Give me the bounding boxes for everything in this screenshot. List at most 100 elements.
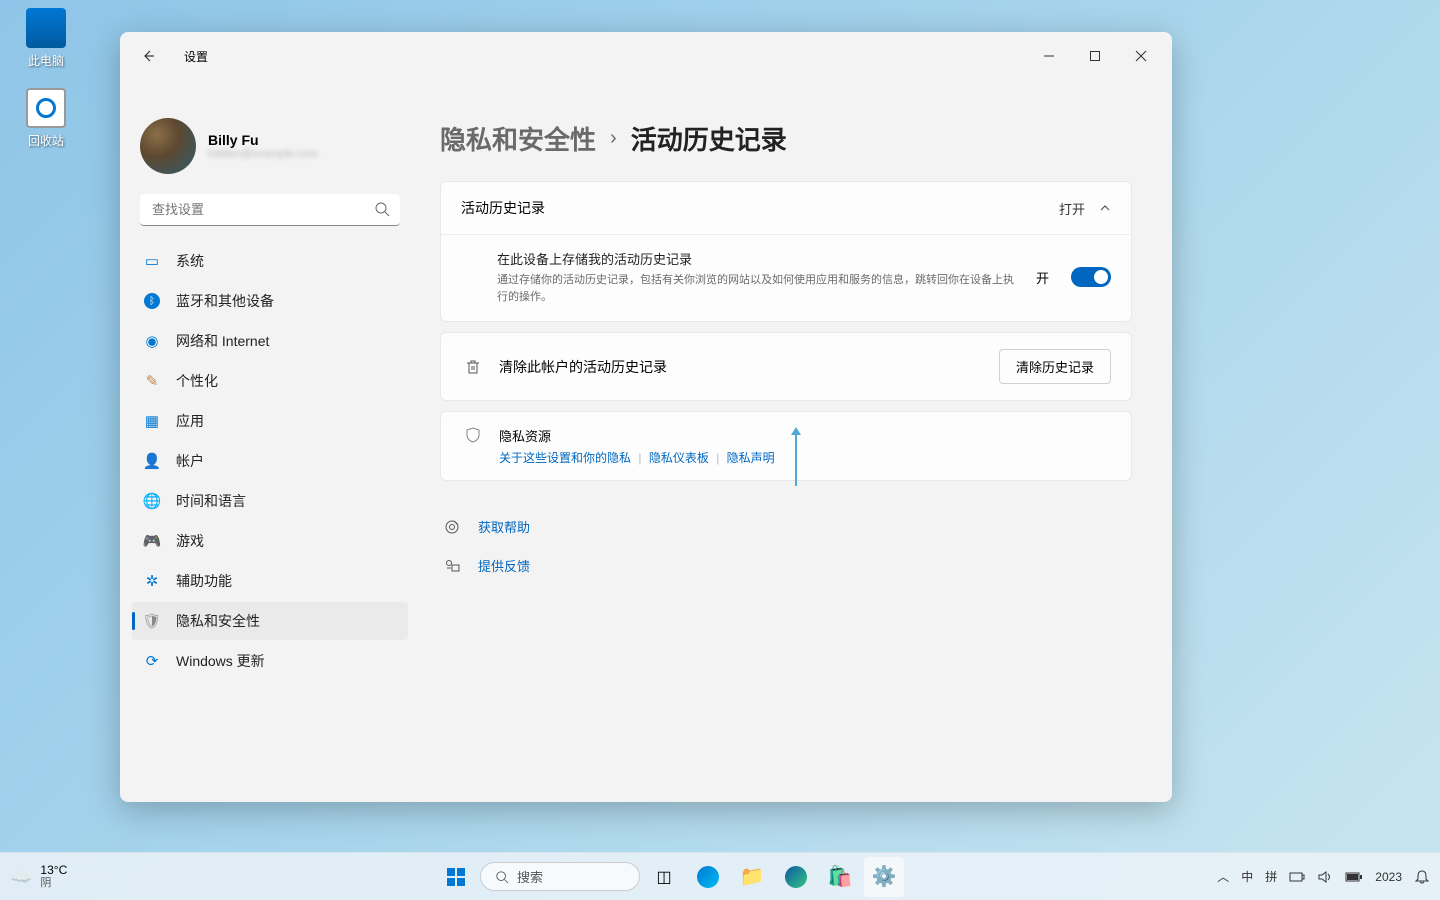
notifications-icon[interactable] [1414, 869, 1430, 885]
nav-personalization[interactable]: ✎个性化 [132, 362, 408, 400]
maximize-button[interactable] [1072, 40, 1118, 72]
trash-icon [461, 358, 485, 376]
gear-icon: ⚙️ [872, 864, 897, 889]
volume-icon[interactable] [1317, 870, 1333, 884]
taskbar-center: 搜索 ◫ 📁 🛍️ ⚙️ [190, 857, 1150, 897]
folder-icon: 📁 [740, 864, 765, 889]
weather-widget[interactable]: ☁️ 13°C 阴 [10, 864, 190, 889]
search-placeholder: 搜索 [517, 867, 543, 886]
settings-taskbar-button[interactable]: ⚙️ [864, 857, 904, 897]
nav-bluetooth[interactable]: ᛒ蓝牙和其他设备 [132, 282, 408, 320]
ime-mode[interactable]: 拼 [1265, 868, 1277, 885]
nav-system[interactable]: ▭系统 [132, 242, 408, 280]
help-section: 获取帮助 提供反馈 [440, 511, 1132, 581]
apps-icon: ▦ [144, 413, 160, 429]
about-privacy-link[interactable]: 关于这些设置和你的隐私 [499, 451, 631, 465]
avatar [140, 118, 196, 174]
settings-window: 设置 Billy Fu hidden@example.com ▭系统 ᛒ蓝牙和其… [120, 32, 1172, 802]
chat-button[interactable] [688, 857, 728, 897]
globe-icon: 🌐 [144, 493, 160, 509]
shield-icon [461, 426, 485, 466]
desktop-this-pc[interactable]: 此电脑 [10, 8, 82, 69]
arrow-left-icon [141, 49, 155, 63]
update-icon: ⟳ [144, 653, 160, 669]
search-input[interactable] [140, 194, 400, 226]
recycle-bin-icon [26, 88, 66, 128]
activity-history-card: 活动历史记录 打开 在此设备上存储我的活动历史记录 通过存储你的活动历史记录，包… [440, 181, 1132, 322]
clear-history-card: 清除此帐户的活动历史记录 清除历史记录 [440, 332, 1132, 401]
get-help-link[interactable]: 获取帮助 [478, 517, 530, 536]
feedback-icon [444, 558, 462, 574]
nav-accounts[interactable]: 👤帐户 [132, 442, 408, 480]
profile-email: hidden@example.com [208, 148, 318, 160]
card-header[interactable]: 活动历史记录 打开 [441, 182, 1131, 234]
privacy-resources-title: 隐私资源 [499, 426, 775, 445]
desktop-label: 回收站 [10, 132, 82, 149]
system-tray: ︿ 中 拼 2023 [1150, 868, 1430, 885]
nav-apps[interactable]: ▦应用 [132, 402, 408, 440]
taskbar-search[interactable]: 搜索 [480, 862, 640, 891]
breadcrumb-parent[interactable]: 隐私和安全性 [440, 120, 596, 157]
chevron-up-icon [1099, 202, 1111, 214]
toggle-label: 开 [1036, 268, 1049, 287]
task-view-button[interactable]: ◫ [644, 857, 684, 897]
privacy-resources-card: 隐私资源 关于这些设置和你的隐私 | 隐私仪表板 | 隐私声明 [440, 411, 1132, 481]
ime-lang[interactable]: 中 [1241, 868, 1253, 885]
explorer-button[interactable]: 📁 [732, 857, 772, 897]
nav-gaming[interactable]: 🎮游戏 [132, 522, 408, 560]
accessibility-icon: ✲ [144, 573, 160, 589]
shield-icon: 🛡 [144, 613, 160, 629]
network-icon[interactable] [1289, 870, 1305, 884]
search-icon [495, 870, 509, 884]
system-icon: ▭ [144, 253, 160, 269]
close-button[interactable] [1118, 40, 1164, 72]
setting-description: 通过存储你的活动历史记录，包括有关你浏览的网站以及如何使用应用和服务的信息，跳转… [497, 272, 1022, 305]
weather-temp: 13°C [40, 864, 67, 877]
clear-history-button[interactable]: 清除历史记录 [999, 349, 1111, 384]
setting-title: 在此设备上存储我的活动历史记录 [497, 249, 1022, 268]
nav-network[interactable]: ◉网络和 Internet [132, 322, 408, 360]
tray-chevron-icon[interactable]: ︿ [1217, 868, 1229, 885]
clear-label: 清除此帐户的活动历史记录 [499, 357, 999, 377]
breadcrumb: 隐私和安全性 › 活动历史记录 [440, 120, 1132, 157]
store-button[interactable]: 🛍️ [820, 857, 860, 897]
battery-icon[interactable] [1345, 871, 1363, 883]
edge-icon [785, 866, 807, 888]
privacy-links: 关于这些设置和你的隐私 | 隐私仪表板 | 隐私声明 [499, 449, 775, 466]
nav-update[interactable]: ⟳Windows 更新 [132, 642, 408, 680]
windows-icon [447, 868, 465, 886]
store-icon: 🛍️ [828, 864, 853, 889]
annotation-arrow [795, 430, 797, 486]
help-icon [444, 519, 462, 535]
profile[interactable]: Billy Fu hidden@example.com [132, 110, 408, 190]
nav-privacy[interactable]: 🛡隐私和安全性 [132, 602, 408, 640]
wifi-icon: ◉ [144, 333, 160, 349]
desktop-recycle-bin[interactable]: 回收站 [10, 88, 82, 149]
close-icon [1135, 50, 1147, 62]
store-toggle[interactable] [1071, 267, 1111, 287]
nav-accessibility[interactable]: ✲辅助功能 [132, 562, 408, 600]
task-view-icon: ◫ [656, 867, 671, 887]
privacy-statement-link[interactable]: 隐私声明 [727, 451, 775, 465]
cloud-icon: ☁️ [10, 866, 32, 887]
nav-time-language[interactable]: 🌐时间和语言 [132, 482, 408, 520]
feedback-link[interactable]: 提供反馈 [478, 556, 530, 575]
bluetooth-icon: ᛒ [144, 293, 160, 309]
search-field[interactable] [140, 194, 400, 226]
clock[interactable]: 2023 [1375, 870, 1402, 884]
desktop-label: 此电脑 [10, 52, 82, 69]
store-on-device-row: 在此设备上存储我的活动历史记录 通过存储你的活动历史记录，包括有关你浏览的网站以… [441, 235, 1131, 321]
start-button[interactable] [436, 857, 476, 897]
window-title: 设置 [184, 48, 208, 65]
profile-name: Billy Fu [208, 132, 318, 148]
maximize-icon [1089, 50, 1101, 62]
back-button[interactable] [132, 40, 164, 72]
edge-button[interactable] [776, 857, 816, 897]
card-title: 活动历史记录 [461, 198, 1059, 218]
feedback-row: 提供反馈 [440, 550, 1132, 581]
search-icon [374, 201, 390, 217]
chat-icon [697, 866, 719, 888]
monitor-icon [26, 8, 66, 48]
privacy-dashboard-link[interactable]: 隐私仪表板 [649, 451, 709, 465]
minimize-button[interactable] [1026, 40, 1072, 72]
